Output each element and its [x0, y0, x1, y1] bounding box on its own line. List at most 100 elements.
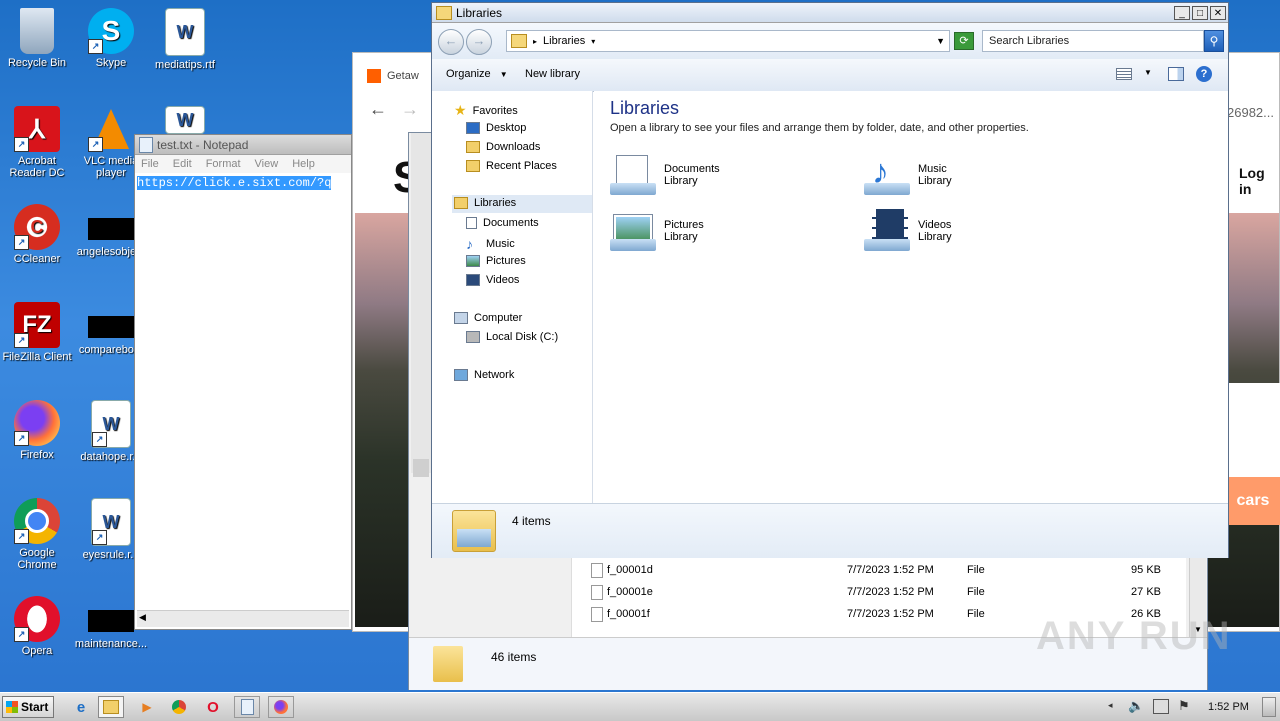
tray-volume-icon[interactable]: 🔈 [1128, 698, 1144, 714]
help-icon[interactable]: ? [1196, 66, 1212, 82]
opera-icon: ↗ [14, 596, 60, 642]
menu-view[interactable]: View [255, 158, 279, 170]
nav-label: Network [474, 369, 515, 381]
nav-libraries[interactable]: Libraries [454, 197, 516, 209]
nav-downloads[interactable]: Downloads [466, 141, 540, 153]
browser-tab[interactable]: Getaw [367, 65, 433, 87]
breadcrumb-libraries[interactable]: Libraries [543, 35, 585, 47]
notepad-horizontal-scrollbar[interactable]: ◀ [137, 610, 349, 627]
library-pictures[interactable]: Pictures Library [610, 209, 704, 253]
library-name: Pictures [664, 219, 704, 231]
internet-explorer-icon: e [76, 698, 86, 716]
file-size: 95 KB [1131, 564, 1161, 576]
file-row[interactable]: f_00001d 7/7/2023 1:52 PM File 95 KB [591, 560, 1191, 582]
minimize-button[interactable]: _ [1174, 5, 1190, 20]
taskbar-explorer[interactable] [98, 696, 124, 718]
back-button[interactable]: ← [438, 29, 464, 55]
menu-format[interactable]: Format [206, 158, 241, 170]
navigation-pane: ★ Favorites Desktop Downloads Recent Plac… [432, 91, 593, 503]
taskbar-opera[interactable]: O [200, 696, 226, 718]
library-music[interactable]: ♪ Music Library [864, 153, 952, 197]
libraries-titlebar[interactable]: Libraries _ □ ✕ [432, 3, 1228, 23]
view-dropdown-icon[interactable]: ▼ [1144, 68, 1152, 77]
redacted-file-icon [88, 218, 134, 240]
desktop-icon-firefox[interactable]: ↗ Firefox [0, 400, 74, 461]
nav-favorites[interactable]: ★ Favorites [454, 102, 518, 119]
clock[interactable]: 1:52 PM [1208, 701, 1249, 713]
anyrun-watermark: ANY RUN [1036, 614, 1232, 659]
menu-edit[interactable]: Edit [173, 158, 192, 170]
library-documents[interactable]: Documents Library [610, 153, 720, 197]
new-library-button[interactable]: New library [525, 68, 580, 80]
menu-file[interactable]: File [141, 158, 159, 170]
preview-pane-icon[interactable] [1168, 67, 1184, 81]
close-button[interactable]: ✕ [1210, 5, 1226, 20]
forward-arrow-icon[interactable]: → [401, 99, 419, 120]
taskbar-notepad[interactable] [234, 696, 260, 718]
windows-logo-icon [6, 701, 18, 713]
nav-recent-places[interactable]: Recent Places [466, 160, 557, 172]
address-history-dropdown-icon[interactable]: ▼ [936, 36, 945, 46]
taskbar-chrome[interactable] [166, 696, 192, 718]
recent-places-icon [466, 160, 480, 172]
nav-videos[interactable]: Videos [466, 274, 519, 286]
taskbar-firefox[interactable] [268, 696, 294, 718]
url-fragment[interactable]: 26982... [1227, 105, 1274, 120]
organize-button[interactable]: Organize ▼ [446, 68, 508, 80]
search-icon[interactable]: ⚲ [1204, 30, 1224, 52]
firefox-icon: ↗ [14, 400, 60, 446]
tray-show-hidden-icon[interactable]: ◂ [1108, 700, 1113, 711]
taskbar-ie[interactable]: e [68, 696, 94, 718]
folder-icon [433, 646, 463, 682]
command-bar: Organize ▼ New library ▼ ? [432, 59, 1228, 92]
word-document-icon: W [165, 8, 205, 56]
nav-network[interactable]: Network [454, 369, 514, 381]
desktop-icon-mediatips[interactable]: W mediatips.rtf [148, 8, 222, 71]
desktop-icon-filezilla[interactable]: FZ ↗ FileZilla Client [0, 302, 74, 363]
login-link[interactable]: Log in [1239, 165, 1279, 197]
show-desktop-button[interactable] [1262, 697, 1276, 717]
nav-desktop[interactable]: Desktop [466, 122, 526, 134]
menu-help[interactable]: Help [292, 158, 315, 170]
media-player-icon: ▶ [142, 700, 152, 714]
search-cars-button[interactable]: cars [1225, 477, 1280, 525]
nav-label: Libraries [474, 197, 517, 209]
taskbar-media-player[interactable]: ▶ [134, 696, 160, 718]
maximize-button[interactable]: □ [1192, 5, 1208, 20]
tray-action-center-icon[interactable]: ⚑ [1178, 698, 1190, 714]
desktop-icon-acrobat[interactable]: ⅄ ↗ Acrobat Reader DC [0, 106, 74, 179]
breadcrumb-dropdown-icon[interactable]: ▾ [591, 37, 595, 46]
libraries-folder-icon [511, 34, 527, 48]
start-button[interactable]: Start [2, 696, 54, 718]
notepad-menubar: File Edit Format View Help [135, 155, 351, 173]
nav-computer[interactable]: Computer [454, 312, 522, 324]
nav-label: Computer [474, 312, 523, 324]
scroll-left-arrow-icon[interactable]: ◀ [139, 612, 146, 623]
refresh-button[interactable]: ⟳ [954, 32, 974, 50]
nav-music[interactable]: ♪ Music [466, 236, 515, 252]
breadcrumb-arrow-icon[interactable]: ▸ [533, 37, 537, 46]
desktop-icon-opera[interactable]: ↗ Opera [0, 596, 74, 657]
nav-local-disk[interactable]: Local Disk (C:) [466, 331, 558, 343]
nav-pictures[interactable]: Pictures [466, 255, 526, 267]
notepad-text-area[interactable]: https://click.e.sixt.com/?q [137, 175, 349, 609]
library-videos[interactable]: Videos Library [864, 209, 952, 253]
view-options-icon[interactable] [1116, 68, 1132, 80]
library-type: Library [918, 231, 952, 243]
library-name: Documents [664, 163, 720, 175]
word-document-icon: W ↗ [91, 400, 131, 448]
desktop-icon-skype[interactable]: S ↗ Skype [74, 8, 148, 69]
forward-button[interactable]: → [466, 29, 492, 55]
back-arrow-icon[interactable]: ← [369, 99, 387, 120]
file-row[interactable]: f_00001e 7/7/2023 1:52 PM File 27 KB [591, 582, 1191, 604]
acrobat-icon: ⅄ ↗ [14, 106, 60, 152]
search-box[interactable]: Search Libraries [982, 30, 1204, 52]
desktop-icon-ccleaner[interactable]: C ↗ CCleaner [0, 204, 74, 265]
desktop-icon-recycle-bin[interactable]: Recycle Bin [0, 8, 74, 69]
address-bar[interactable]: ▸ Libraries ▾ ▼ [506, 30, 950, 52]
notepad-titlebar[interactable]: test.txt - Notepad [135, 135, 351, 155]
desktop-icon-word-2[interactable]: W [148, 106, 222, 137]
nav-documents[interactable]: Documents [466, 217, 539, 229]
tray-network-icon[interactable] [1153, 699, 1169, 714]
desktop-icon-chrome[interactable]: ↗ Google Chrome [0, 498, 74, 571]
